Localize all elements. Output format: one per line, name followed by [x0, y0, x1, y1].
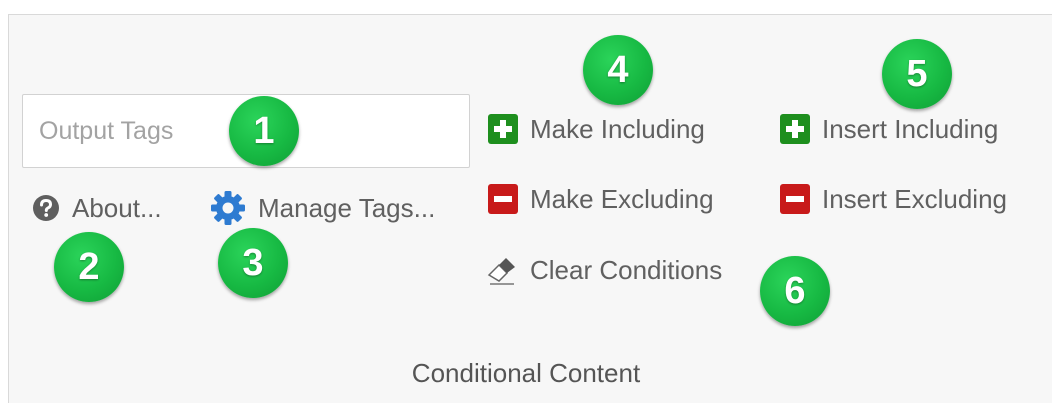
plus-square-icon	[488, 114, 518, 144]
about-button[interactable]: About...	[32, 186, 162, 230]
manage-tags-button[interactable]: Manage Tags...	[210, 186, 435, 230]
make-including-label: Make Including	[530, 113, 705, 144]
gear-icon	[210, 190, 246, 226]
insert-excluding-button[interactable]: Insert Excluding	[780, 177, 1007, 221]
insert-excluding-label: Insert Excluding	[822, 183, 1007, 214]
make-excluding-button[interactable]: Make Excluding	[488, 177, 714, 221]
minus-square-icon	[780, 184, 810, 214]
callout-badge-clear-conditions: 6	[760, 256, 830, 326]
plus-square-icon	[780, 114, 810, 144]
callout-badge-manage-tags: 3	[218, 228, 288, 298]
insert-including-button[interactable]: Insert Including	[780, 107, 998, 151]
clear-conditions-button[interactable]: Clear Conditions	[486, 248, 722, 292]
callout-badge-make-including: 4	[583, 35, 653, 105]
callout-badge-output-tags: 1	[229, 96, 299, 166]
eraser-icon	[486, 254, 518, 286]
help-circle-icon	[32, 194, 60, 222]
minus-square-icon	[488, 184, 518, 214]
group-label: Conditional Content	[411, 358, 641, 388]
make-excluding-label: Make Excluding	[530, 183, 714, 214]
insert-including-label: Insert Including	[822, 113, 999, 144]
manage-tags-label: Manage Tags...	[258, 192, 436, 223]
make-including-button[interactable]: Make Including	[488, 107, 705, 151]
callout-badge-about: 2	[54, 232, 124, 302]
clear-conditions-label: Clear Conditions	[530, 254, 723, 285]
about-label: About...	[72, 192, 162, 223]
callout-badge-insert-including: 5	[882, 39, 952, 109]
